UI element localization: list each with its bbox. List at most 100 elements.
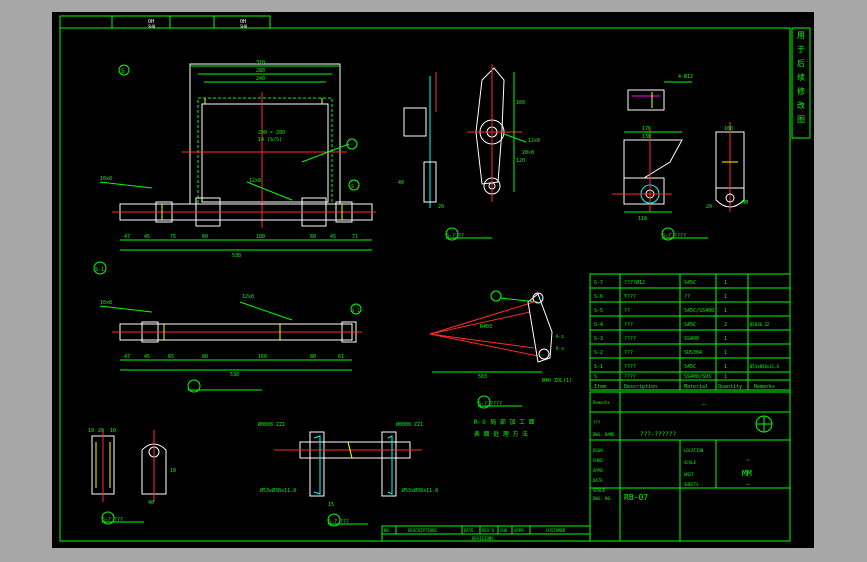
tb-left-1: CHKD	[593, 458, 603, 463]
sheet-value: –	[746, 481, 750, 488]
bom-qty: 1	[724, 280, 727, 286]
side-strip: 用 于 后 续 修 改 图	[789, 27, 811, 139]
bom-qty: 1	[724, 308, 727, 314]
bom-header-item: Item	[594, 384, 606, 390]
view-lever: 160 120 40 20 12x8 20×8 S-? ??	[398, 64, 540, 241]
shaft2-dim-2: 65	[168, 354, 174, 360]
bom-row: S-3 ???? SS400 1	[594, 336, 727, 342]
square-frame-inner	[201, 103, 329, 203]
side-char-7: 图	[797, 115, 805, 124]
main-total: 538	[232, 253, 241, 259]
unit-value: MM	[742, 469, 752, 478]
tb-mid-0: LOCATION	[684, 448, 704, 453]
bom-desc: ??	[624, 308, 630, 314]
bom-qty: 1	[724, 374, 727, 380]
bom-item: S-3	[594, 336, 603, 342]
rev-header-1: DESCRIPTIONS	[408, 528, 437, 533]
bom-material: S45C/SS400	[684, 308, 714, 314]
shaft2-mark: S-1	[352, 308, 360, 313]
small-dim-side-0: 10	[170, 468, 176, 474]
proj-label: ???	[593, 420, 601, 425]
bom-desc: ???	[624, 350, 633, 356]
main-note-4: 10x8	[100, 176, 112, 182]
shaft2-dim-3: 80	[202, 354, 208, 360]
main-mark: S	[351, 184, 354, 190]
bom-desc: ????	[624, 364, 636, 370]
bom-row: S-5 ?? S45C/SS400 1	[594, 308, 727, 314]
bracket-dim-3: 100	[724, 126, 733, 132]
shaft2-dim-1: 45	[144, 354, 150, 360]
bom-row: S ???? SS400/SUS 1	[594, 374, 727, 380]
dwg-name-label: DWG. NAME	[593, 432, 615, 437]
drawing-canvas: OH SH0 OH SH0 用 于 后 续 修 改 图 S 310 280 24…	[52, 12, 814, 548]
small-dim-top-1: 20	[98, 428, 104, 434]
main-dim-bottom-0: 47	[124, 234, 130, 240]
bom-material: S45C	[684, 322, 696, 328]
lever-dim-1: 120	[516, 158, 525, 164]
bearing-label-right: Ø0008 ZZ1	[396, 421, 423, 428]
lever-arm	[475, 67, 505, 185]
rev-header-2: DATE	[464, 528, 474, 533]
bom-material: SS400	[684, 336, 699, 342]
bracket-dim-4: 20	[706, 204, 712, 210]
small-dim-top-2: 10	[110, 428, 116, 434]
bom-qty: 1	[724, 294, 727, 300]
tb-mid-1: SCALE	[684, 460, 697, 465]
main-dim-top-0: 310	[256, 60, 265, 66]
bearing-dim: 15	[328, 502, 334, 508]
main-dim-bottom-4: 180	[256, 234, 265, 240]
main-dim-bottom-6: 45	[330, 234, 336, 240]
bracket-dim-2: 110	[638, 216, 647, 222]
lever-note-2: 20×8	[522, 150, 534, 156]
view-bearings: Ø0008 ZZ1 Ø0008 ZZ1 Ø53xØ38x11.8 Ø53xØ38…	[258, 421, 438, 527]
main-dim-bottom-2: 75	[170, 234, 176, 240]
view-small-part: 10 20 10 40 10 S-? ???	[88, 428, 176, 525]
bom-remark: Ø53xØ38x11.8	[750, 364, 779, 369]
shaft2-dim-5: 80	[310, 354, 316, 360]
title-block: Remarks – ??? DWG. NAME ???-?????? DSGN …	[589, 391, 791, 542]
bom-desc: ???	[624, 322, 633, 328]
small-dim-side-1: 40	[148, 500, 154, 506]
lever-note-1: 12x8	[528, 138, 540, 144]
bom-desc: ????Ø12	[624, 279, 645, 286]
main-label: S	[121, 68, 125, 75]
side-char-2: 于	[797, 45, 805, 54]
tb-left-2: APPD	[593, 468, 603, 473]
side-char-1: 用	[797, 31, 805, 40]
bom-item: S	[594, 374, 597, 380]
dwg-no: RB-07	[624, 493, 648, 502]
notes-block: R-① 局 部 加 工 面 表 面 处 理 方 法	[474, 418, 535, 438]
shaft2-note-1: 12x8	[242, 294, 254, 300]
bom-material: ??	[684, 294, 690, 300]
bracket-dim-0: 176	[642, 126, 651, 132]
bom-row: S-1 ???? S45C 1 Ø53xØ38x11.8	[594, 364, 779, 370]
small-dim-top-0: 10	[88, 428, 94, 434]
notes-line-1: R-① 局 部 加 工 面	[474, 418, 535, 426]
header-right-sub: SH0	[240, 24, 248, 29]
bom-qty: 1	[724, 336, 727, 342]
bom-desc: ????	[624, 374, 636, 380]
view-second-shaft: S-1 12x8 10x8 S-1 47 45 65 80 160 80 61 …	[93, 261, 362, 393]
rev-header-0: NO.	[384, 528, 391, 533]
main-dim-bottom-1: 45	[144, 234, 150, 240]
bracket-note-1: 4-Ø12	[678, 73, 693, 80]
lever-dim-2: 40	[398, 180, 404, 186]
header-left-sub: SH0	[148, 24, 156, 29]
bom-item: S-5	[594, 308, 603, 314]
rev-header-6: CUSTOMER	[546, 528, 566, 533]
bearing-label-left: Ø0008 ZZ1	[258, 421, 285, 428]
bom-item: S-7	[594, 280, 603, 286]
shaft2-note-2: 10x8	[100, 300, 112, 306]
bracket-body	[623, 139, 683, 179]
view-bracket: 4-Ø12 176 130 110 100 20 MM S-? ????	[612, 73, 748, 241]
view-main-assembly: S 310 280 240 200 × 200 14 (S/S) 12x8 10…	[99, 60, 376, 259]
main-dim-bottom-7: 71	[352, 234, 358, 240]
bom-header-desc: Description	[624, 384, 657, 390]
bom-row: S-2 ??? SUS304 1	[594, 350, 727, 356]
bracket-dim-1: 130	[642, 134, 651, 140]
bom-remark: Ø5030 ZZ	[750, 322, 770, 327]
remarks-value: –	[702, 401, 706, 408]
revisions-table: NO. DESCRIPTIONS DATE REV'D CHK APPR CUS…	[381, 525, 591, 542]
tb-mid-2: UNIT	[684, 472, 694, 477]
remarks-label: Remarks	[593, 400, 610, 405]
